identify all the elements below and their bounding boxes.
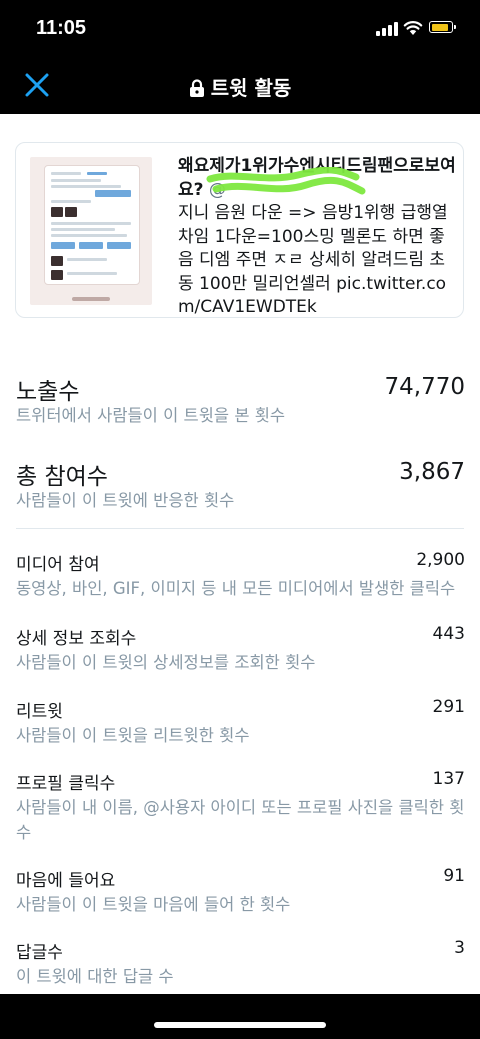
metric-likes: 마음에 들어요 91 사람들이 이 트윗을 마음에 들어 한 횟수 [16, 866, 465, 922]
redaction-scribble [206, 167, 366, 195]
page-title-text: 트윗 활동 [210, 76, 292, 100]
metric-retweets: 리트윗 291 사람들이 이 트윗을 리트윗한 횟수 [16, 697, 465, 753]
metric-label: 마음에 들어요 [16, 871, 116, 891]
metric-value: 137 [432, 769, 465, 789]
metric-description: 동영상, 바인, GIF, 이미지 등 내 모든 미디어에서 발생한 클릭수 [16, 579, 456, 598]
metric-label: 프로필 클릭수 [16, 774, 116, 794]
battery-icon [429, 21, 456, 33]
status-bar: 11:05 [0, 0, 480, 58]
metric-description: 이 트윗에 대한 답글 수 [16, 967, 174, 986]
metric-label: 답글수 [16, 943, 63, 963]
section-divider [16, 528, 464, 529]
metric-description: 트위터에서 사람들이 이 트윗을 본 횟수 [16, 406, 286, 425]
tweet-media-thumbnail[interactable] [30, 157, 152, 305]
metric-profile-clicks: 프로필 클릭수 137 사람들이 내 이름, @사용자 아이디 또는 프로필 사… [16, 769, 465, 842]
metric-description: 사람들이 이 트윗에 반응한 횟수 [16, 491, 235, 510]
metric-description: 사람들이 내 이름, @사용자 아이디 또는 프로필 사진을 클릭한 횟수 [16, 798, 465, 842]
tweet-body: 지니 음원 다운 => 음방1위행 급행열차임 1다운=100스밍 멜론도 하면… [178, 203, 448, 317]
lock-icon [189, 79, 204, 97]
metric-value: 2,900 [416, 550, 465, 570]
home-indicator[interactable] [154, 1022, 326, 1028]
metric-description: 사람들이 이 트윗을 마음에 들어 한 횟수 [16, 895, 291, 914]
metric-value: 3,867 [399, 459, 465, 485]
metric-engagements: 총 참여수 3,867 사람들이 이 트윗에 반응한 횟수 [16, 457, 465, 517]
metric-label: 리트윗 [16, 702, 63, 722]
metric-detail-expands: 상세 정보 조회수 443 사람들이 이 트윗의 상세정보를 조회한 횟수 [16, 624, 465, 680]
metric-value: 291 [432, 697, 465, 717]
metric-replies: 답글수 3 이 트윗에 대한 답글 수 [16, 938, 465, 994]
page-title: 트윗 활동 [0, 72, 480, 101]
tweet-card[interactable]: 왜요제가1위가수엔시티드림팬으로보여요? @ 지니 음원 다운 => 음방1위행… [15, 142, 464, 318]
cellular-signal-icon [376, 22, 398, 36]
metric-value: 3 [454, 938, 465, 958]
metric-value: 91 [443, 866, 465, 886]
metric-value: 443 [432, 624, 465, 644]
metric-label: 미디어 참여 [16, 555, 100, 575]
status-time: 11:05 [36, 17, 87, 39]
metric-label: 상세 정보 조회수 [16, 629, 137, 649]
metric-description: 사람들이 이 트윗의 상세정보를 조회한 횟수 [16, 653, 316, 672]
metric-media: 미디어 참여 2,900 동영상, 바인, GIF, 이미지 등 내 모든 미디… [16, 550, 465, 606]
metric-description: 사람들이 이 트윗을 리트윗한 횟수 [16, 726, 250, 745]
metric-value: 74,770 [384, 374, 465, 400]
nav-bar: 트윗 활동 [0, 58, 480, 114]
metric-label: 노출수 [16, 379, 80, 405]
wifi-icon [403, 21, 423, 35]
bottom-bar [0, 994, 480, 1039]
metric-label: 총 참여수 [16, 464, 108, 490]
metric-impressions: 노출수 74,770 트위터에서 사람들이 이 트윗을 본 횟수 [16, 372, 465, 432]
